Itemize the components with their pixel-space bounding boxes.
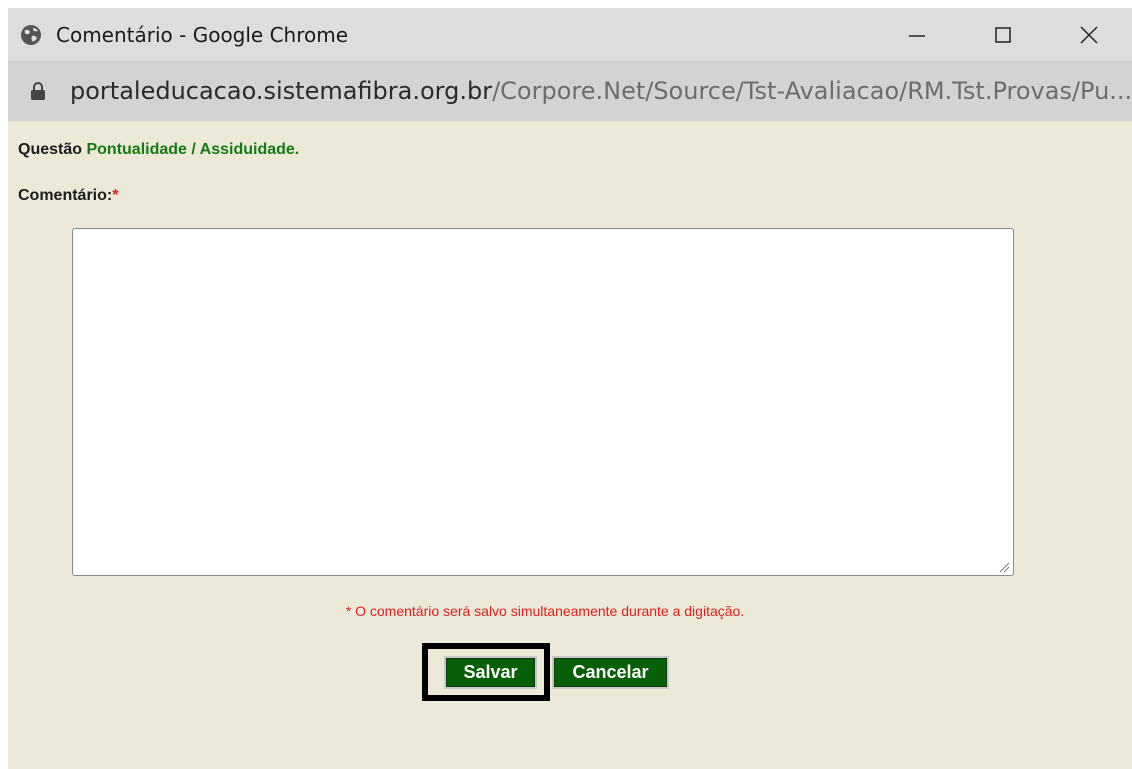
url-host: portaleducacao.sistemafibra.org.br — [70, 77, 493, 105]
question-title: Pontualidade / Assiduidade. — [86, 141, 300, 158]
question-label: Questão — [18, 141, 83, 158]
popup-window: Comentário - Google Chrome portaleducaca… — [8, 8, 1132, 769]
close-button[interactable] — [1046, 8, 1132, 61]
url-path: /Corpore.Net/Source/Tst-Avaliacao/RM.Tst… — [492, 77, 1130, 105]
comment-label: Comentário:* — [18, 187, 118, 205]
comment-form: Questão Pontualidade / Assiduidade. Come… — [8, 121, 1132, 769]
comment-label-text: Comentário: — [18, 187, 113, 204]
question-line: Questão Pontualidade / Assiduidade. — [18, 141, 299, 159]
lock-icon[interactable] — [28, 80, 48, 102]
window-title: Comentário - Google Chrome — [56, 22, 349, 47]
minimize-button[interactable] — [874, 8, 960, 61]
cancel-button[interactable]: Cancelar — [552, 656, 669, 689]
required-mark: * — [112, 187, 119, 204]
title-bar[interactable]: Comentário - Google Chrome — [8, 8, 1132, 61]
resize-grip-icon[interactable] — [998, 561, 1010, 573]
address-bar[interactable]: portaleducacao.sistemafibra.org.br/Corpo… — [8, 61, 1132, 121]
comment-textarea[interactable] — [72, 228, 1014, 576]
save-button[interactable]: Salvar — [444, 656, 537, 689]
maximize-button[interactable] — [960, 8, 1046, 61]
window-controls — [874, 8, 1132, 61]
globe-icon — [20, 24, 42, 46]
url-text[interactable]: portaleducacao.sistemafibra.org.br/Corpo… — [70, 77, 1130, 105]
autosave-note: * O comentário será salvo simultaneament… — [345, 603, 745, 619]
close-icon — [1080, 25, 1098, 44]
minimize-icon — [909, 34, 925, 37]
maximize-icon — [995, 26, 1011, 43]
